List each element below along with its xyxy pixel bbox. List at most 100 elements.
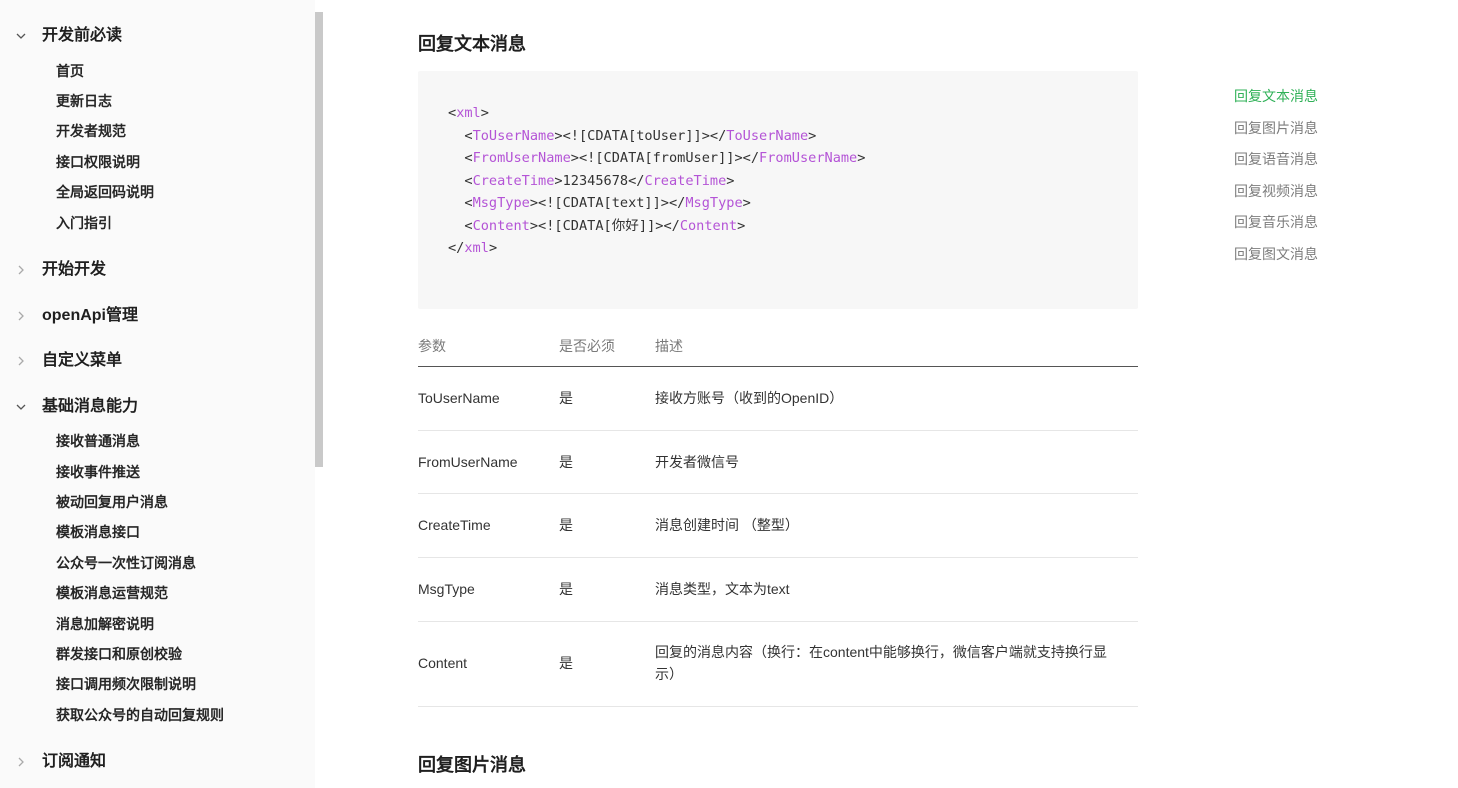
toc-item-reply-text[interactable]: 回复文本消息 <box>1234 86 1318 106</box>
toc-item-reply-news[interactable]: 回复图文消息 <box>1234 244 1318 264</box>
code-tag-name: FromUserName <box>472 150 571 166</box>
code-line: <MsgType><![CDATA[text]]></MsgType> <box>448 192 865 215</box>
sidebar-section-title: 订阅通知 <box>42 753 107 770</box>
code-tag-name: MsgType <box>685 195 743 211</box>
section-heading-reply-image: 回复图片消息 <box>418 755 526 775</box>
table-row: Content 是 回复的消息内容（换行：在content中能够换行，微信客户端… <box>418 622 1138 707</box>
code-tag-name: FromUserName <box>759 150 858 166</box>
sidebar-item-dev-guidelines[interactable]: 开发者规范 <box>56 121 126 141</box>
code-line: <CreateTime>12345678</CreateTime> <box>448 170 865 193</box>
table-cell-param: FromUserName <box>418 454 518 470</box>
code-tag-name: ToUserName <box>472 127 555 144</box>
code-block: <xml> <ToUserName><![CDATA[toUser]]></To… <box>418 71 1138 309</box>
sidebar-item-api-permissions[interactable]: 接口权限说明 <box>56 152 140 172</box>
code-punct: > <box>488 240 498 256</box>
code-tag-name: ToUserName <box>726 127 809 144</box>
chevron-right-icon <box>16 265 26 275</box>
table-header-desc: 描述 <box>655 338 683 354</box>
sidebar-section-header[interactable]: 开始开发 <box>0 258 315 282</box>
sidebar-item-encryption[interactable]: 消息加解密说明 <box>56 614 154 634</box>
code-line: <ToUserName><![CDATA[toUser]]></ToUserNa… <box>448 125 865 148</box>
code-line: <xml> <box>448 102 865 125</box>
code-line: <FromUserName><![CDATA[fromUser]]></From… <box>448 147 865 170</box>
code-line: <Content><![CDATA[你好]]></Content> <box>448 215 865 238</box>
sidebar-nav: 开发前必读 首页 更新日志 开发者规范 接口权限说明 全局返回码说明 入门指引 … <box>0 0 315 788</box>
table-cell-desc: 消息创建时间 （整型） <box>655 517 799 533</box>
sidebar-item-receive-messages[interactable]: 接收普通消息 <box>56 431 140 451</box>
toc-item-reply-voice[interactable]: 回复语音消息 <box>1234 149 1318 169</box>
sidebar-item-home[interactable]: 首页 <box>56 61 84 81</box>
table-cell-param: CreateTime <box>418 517 491 533</box>
sidebar-section-header[interactable]: 订阅通知 <box>0 750 315 774</box>
sidebar-item-template-message-api[interactable]: 模板消息接口 <box>56 522 140 542</box>
table-cell-required: 是 <box>559 655 573 671</box>
table-row: MsgType 是 消息类型，文本为text <box>418 558 1138 622</box>
table-cell-required: 是 <box>559 581 573 597</box>
sidebar-section-dev-prereading: 开发前必读 <box>0 24 315 48</box>
sidebar-section-title: 自定义菜单 <box>42 352 123 369</box>
table-row: ToUserName 是 接收方账号（收到的OpenID） <box>418 367 1138 431</box>
table-cell-desc: 开发者微信号 <box>655 454 739 470</box>
toc-item-reply-music[interactable]: 回复音乐消息 <box>1234 212 1318 232</box>
chevron-right-icon <box>16 311 26 321</box>
code-tag-name: Content <box>679 217 738 234</box>
table-cell-required: 是 <box>559 517 573 533</box>
sidebar-item-mass-send[interactable]: 群发接口和原创校验 <box>56 644 182 664</box>
code-tag-name: xml <box>456 105 481 121</box>
toc-item-reply-image[interactable]: 回复图片消息 <box>1234 118 1318 138</box>
sidebar-item-template-guidelines[interactable]: 模板消息运营规范 <box>56 583 168 603</box>
sidebar-section-subscribe-notify: 订阅通知 <box>0 750 315 774</box>
sidebar-item-rate-limits[interactable]: 接口调用频次限制说明 <box>56 674 196 694</box>
code-punct: > <box>857 150 866 166</box>
sidebar-section-header[interactable]: 自定义菜单 <box>0 349 315 373</box>
toc-item-reply-video[interactable]: 回复视频消息 <box>1234 181 1318 201</box>
sidebar-section-title: 开始开发 <box>42 261 107 278</box>
table-cell-desc: 消息类型，文本为text <box>655 581 790 597</box>
sidebar-item-receive-events[interactable]: 接收事件推送 <box>56 462 140 482</box>
code-tag-name: Content <box>472 217 530 234</box>
code-tag-name: MsgType <box>472 195 530 211</box>
code-punct: < <box>464 195 473 211</box>
table-row: CreateTime 是 消息创建时间 （整型） <box>418 494 1138 558</box>
table-cell-required: 是 <box>559 390 573 406</box>
section-heading-reply-text: 回复文本消息 <box>418 34 526 54</box>
sidebar-item-passive-reply[interactable]: 被动回复用户消息 <box>56 492 168 512</box>
table-cell-param: ToUserName <box>418 390 500 406</box>
sidebar-item-auto-reply-rules[interactable]: 获取公众号的自动回复规则 <box>56 705 224 725</box>
table-row: FromUserName 是 开发者微信号 <box>418 431 1138 494</box>
chevron-down-icon <box>16 402 26 412</box>
chevron-right-icon <box>16 356 26 366</box>
table-cell-desc: 接收方账号（收到的OpenID） <box>655 390 844 406</box>
code-punct: > <box>726 172 735 189</box>
sidebar-section-title: openApi管理 <box>42 307 138 324</box>
code-punct: ><![CDATA[toUser]]></ <box>554 127 727 144</box>
table-cell-required: 是 <box>559 454 573 470</box>
sidebar-item-global-return-codes[interactable]: 全局返回码说明 <box>56 182 154 202</box>
sidebar-item-one-time-subscribe[interactable]: 公众号一次性订阅消息 <box>56 553 196 573</box>
chevron-down-icon <box>16 31 26 41</box>
table-cell-param: Content <box>418 655 468 671</box>
code-punct: > <box>480 105 489 121</box>
sidebar-section-header[interactable]: 基础消息能力 <box>0 395 315 419</box>
table-cell-desc: 回复的消息内容（换行：在content中能够换行，微信客户端就支持换行显示） <box>655 644 1107 682</box>
sidebar-section-header[interactable]: openApi管理 <box>0 304 315 328</box>
code-punct: < <box>448 105 457 121</box>
code-punct: >12345678</ <box>554 172 645 189</box>
code-tag-name: xml <box>464 240 489 256</box>
code-punct: > <box>737 217 746 234</box>
code-punct: < <box>464 127 473 144</box>
table-header-param: 参数 <box>418 338 446 354</box>
code-punct: ><![CDATA[你好]]></ <box>529 217 680 234</box>
code-punct: </ <box>448 240 465 256</box>
sidebar-scrollbar[interactable] <box>315 12 323 467</box>
sidebar-section-start-dev: 开始开发 <box>0 258 315 282</box>
sidebar-item-changelog[interactable]: 更新日志 <box>56 91 112 111</box>
code-punct: ><![CDATA[fromUser]]></ <box>570 150 760 166</box>
sidebar-section-header[interactable]: 开发前必读 <box>0 24 315 48</box>
table-cell-param: MsgType <box>418 581 475 597</box>
sidebar-section-openapi: openApi管理 <box>0 304 315 328</box>
code-line: </xml> <box>448 237 865 260</box>
sidebar-section-title: 开发前必读 <box>42 27 123 44</box>
sidebar-item-getting-started[interactable]: 入门指引 <box>56 213 112 233</box>
chevron-right-icon <box>16 757 26 767</box>
